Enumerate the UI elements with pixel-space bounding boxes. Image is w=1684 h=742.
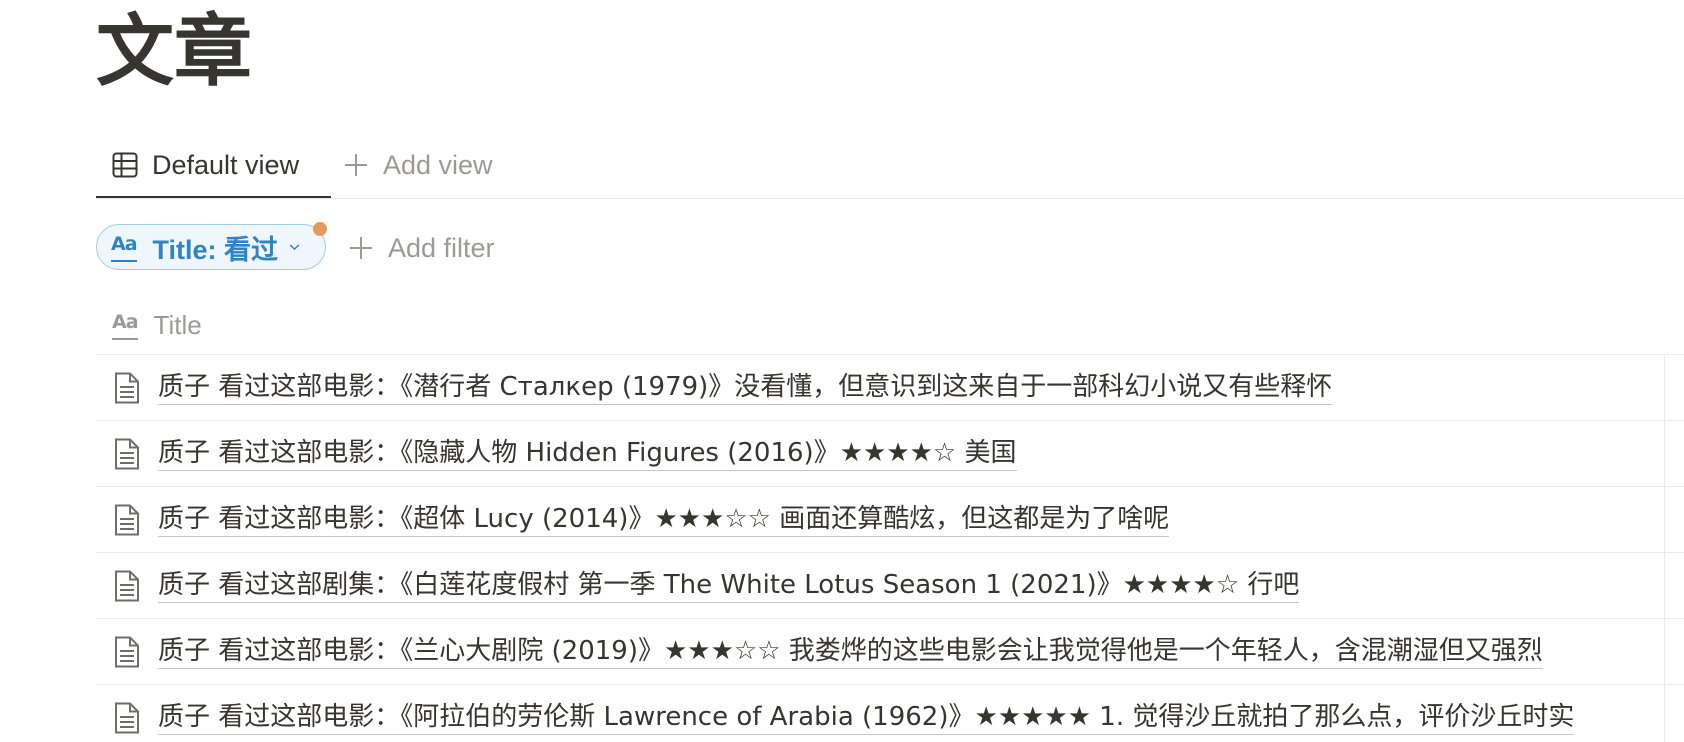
plus-icon [350, 237, 372, 259]
row-title[interactable]: 质子 看过这部电影：《阿拉伯的劳伦斯 Lawrence of Arabia (1… [158, 701, 1575, 735]
text-property-icon: Aa [111, 233, 138, 262]
table-row[interactable]: 质子 看过这部剧集：《白莲花度假村 第一季 The White Lotus Se… [96, 553, 1684, 619]
page-icon [115, 636, 139, 667]
tab-default-view[interactable]: Default view [112, 140, 299, 190]
table-row[interactable]: 质子 看过这部电影：《潜行者 Сталкер (1979)》没看懂，但意识到这来… [96, 355, 1684, 421]
table-row[interactable]: 质子 看过这部电影：《兰心大剧院 (2019)》★★★☆☆ 我娄烨的这些电影会让… [96, 619, 1684, 685]
row-title[interactable]: 质子 看过这部电影：《超体 Lucy (2014)》★★★☆☆ 画面还算酷炫，但… [158, 503, 1170, 537]
row-title[interactable]: 质子 看过这部电影：《兰心大剧院 (2019)》★★★☆☆ 我娄烨的这些电影会让… [158, 635, 1543, 669]
page-title: 文章 [96, 7, 253, 97]
table-row[interactable]: 质子 看过这部电影：《阿拉伯的劳伦斯 Lawrence of Arabia (1… [96, 685, 1684, 742]
add-view-button[interactable]: Add view [343, 140, 493, 190]
table-icon [112, 152, 138, 178]
database-page: 文章 Default view Add view Aa Title: 看过 Ad… [0, 0, 1684, 742]
row-title[interactable]: 质子 看过这部剧集：《白莲花度假村 第一季 The White Lotus Se… [158, 569, 1300, 603]
chevron-down-icon [289, 244, 300, 251]
table-header: Aa Title [96, 296, 1684, 355]
page-icon [115, 504, 139, 535]
filter-active-indicator [313, 222, 327, 236]
row-title[interactable]: 质子 看过这部电影：《潜行者 Сталкер (1979)》没看懂，但意识到这来… [158, 371, 1333, 405]
page-icon [115, 570, 139, 601]
plus-icon [345, 154, 367, 176]
table-row[interactable]: 质子 看过这部电影：《超体 Lucy (2014)》★★★☆☆ 画面还算酷炫，但… [96, 487, 1684, 553]
title-column-label: Title [153, 309, 202, 340]
page-icon [115, 702, 139, 733]
add-filter-button[interactable]: Add filter [348, 228, 495, 268]
add-view-label: Add view [383, 149, 493, 180]
views-divider [96, 198, 1684, 199]
title-filter-pill[interactable]: Aa Title: 看过 [96, 224, 326, 270]
filter-pill-label: Title: 看过 [152, 234, 279, 265]
text-property-icon: Aa [112, 311, 139, 340]
add-filter-label: Add filter [388, 232, 495, 263]
row-title[interactable]: 质子 看过这部电影：《隐藏人物 Hidden Figures (2016)》★★… [158, 437, 1017, 471]
page-icon [115, 372, 139, 403]
table-body: 质子 看过这部电影：《潜行者 Сталкер (1979)》没看懂，但意识到这来… [96, 355, 1684, 742]
table-row[interactable]: 质子 看过这部电影：《隐藏人物 Hidden Figures (2016)》★★… [96, 421, 1684, 487]
tab-default-view-label: Default view [152, 149, 300, 180]
page-icon [115, 438, 139, 469]
title-column-header[interactable]: Aa Title [96, 296, 202, 354]
